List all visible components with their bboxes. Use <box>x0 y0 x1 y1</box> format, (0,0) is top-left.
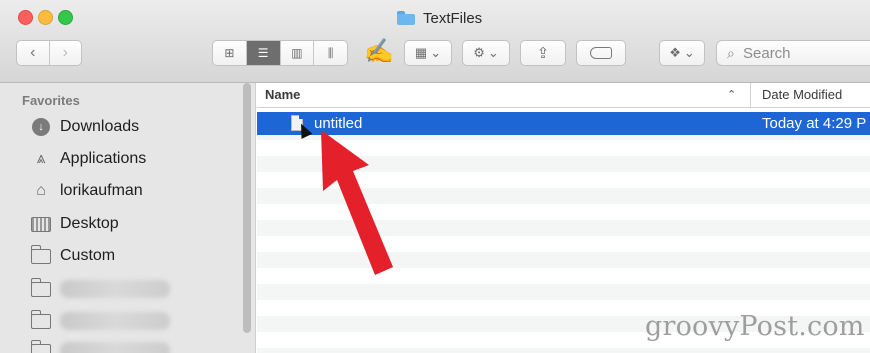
folder-icon <box>30 309 52 331</box>
sidebar-item-custom[interactable]: Custom <box>30 243 115 269</box>
sidebar-section-title: Favorites <box>22 93 80 108</box>
desktop-icon <box>30 214 52 234</box>
gear-icon: ⚙ <box>473 45 485 60</box>
grid-icon: ▦ <box>414 45 428 60</box>
sidebar-item-redacted[interactable] <box>30 276 170 302</box>
file-date-modified: Today at 4:29 P <box>762 115 867 132</box>
redacted-label <box>60 342 170 353</box>
tag-icon <box>590 47 612 59</box>
scanner-icon[interactable]: ✍ <box>363 34 395 68</box>
sidebar-item-label: lorikaufman <box>60 182 143 199</box>
list-view-button[interactable]: ☰ <box>245 41 280 65</box>
search-icon: ⌕ <box>727 45 735 61</box>
sidebar-item-downloads[interactable]: ↓ Downloads <box>30 114 139 140</box>
chevron-down-icon: ⌄ <box>430 45 442 60</box>
dropbox-button[interactable]: ❖ ⌄ <box>659 40 705 66</box>
chevron-right-icon: › <box>62 44 68 61</box>
date-modified-column-header[interactable]: Date Modified <box>762 87 842 102</box>
download-icon: ↓ <box>30 117 52 137</box>
tag-button[interactable] <box>576 40 626 66</box>
sidebar-item-label: Desktop <box>60 215 119 232</box>
window-title: TextFiles <box>397 8 482 28</box>
file-list: Name ⌃ Date Modified untitled Today at 4… <box>257 83 870 353</box>
share-button[interactable]: ⇪ <box>520 40 566 66</box>
column-header: Name ⌃ Date Modified <box>257 83 870 108</box>
sidebar-item-home[interactable]: ⌂ lorikaufman <box>30 178 143 204</box>
close-button[interactable] <box>18 10 33 25</box>
search-field[interactable]: ⌕ Search <box>716 40 870 66</box>
chevron-left-icon: ‹ <box>30 44 36 61</box>
sort-ascending-icon: ⌃ <box>727 89 737 101</box>
forward-button[interactable]: › <box>48 41 82 65</box>
sidebar-item-label: Downloads <box>60 118 140 135</box>
column-view-button[interactable]: ▥ <box>279 41 314 65</box>
folder-icon <box>30 277 52 299</box>
red-arrow-annotation <box>321 130 393 275</box>
sidebar-item-label: Applications <box>60 150 147 167</box>
minimize-button[interactable] <box>38 10 53 25</box>
navigation-buttons: ‹ › <box>16 40 82 66</box>
home-icon: ⌂ <box>36 182 46 199</box>
zoom-button[interactable] <box>58 10 73 25</box>
finder-window: TextFiles ‹ › ⊞ ☰ ▥ ⫼ ✍ ▦⌄ ⚙⌄ ⇪ ❖⌄ ⌕ <box>0 0 870 353</box>
action-button[interactable]: ⚙ ⌄ <box>462 40 510 66</box>
redacted-label <box>60 280 170 298</box>
cover-flow-view-button[interactable]: ⫼ <box>313 41 347 65</box>
sidebar: Favorites ↓ Downloads ⩓ Applications ⌂ l… <box>0 83 256 353</box>
column-divider[interactable] <box>750 83 751 107</box>
sidebar-item-label: Custom <box>60 247 116 264</box>
icon-view-button[interactable]: ⊞ <box>213 41 246 65</box>
folder-icon <box>397 11 415 25</box>
sidebar-scrollbar[interactable] <box>243 83 251 333</box>
sidebar-item-redacted[interactable] <box>30 308 170 334</box>
applications-icon: ⩓ <box>36 150 46 167</box>
chevron-down-icon: ⌄ <box>683 45 695 60</box>
name-column-header[interactable]: Name <box>265 87 300 102</box>
view-switcher: ⊞ ☰ ▥ ⫼ <box>212 40 348 66</box>
redacted-label <box>60 312 170 330</box>
chevron-down-icon: ⌄ <box>487 45 499 60</box>
window-title-text: TextFiles <box>423 9 483 27</box>
back-button[interactable]: ‹ <box>17 41 49 65</box>
search-placeholder: Search <box>743 44 791 62</box>
folder-icon <box>30 244 52 266</box>
sidebar-item-desktop[interactable]: Desktop <box>30 211 119 237</box>
folder-icon <box>30 339 52 353</box>
toolbar: TextFiles ‹ › ⊞ ☰ ▥ ⫼ ✍ ▦⌄ ⚙⌄ ⇪ ❖⌄ ⌕ <box>0 0 870 83</box>
arrange-button[interactable]: ▦ ⌄ <box>404 40 452 66</box>
sidebar-item-applications[interactable]: ⩓ Applications <box>30 146 146 172</box>
sidebar-item-redacted[interactable] <box>30 338 170 353</box>
share-icon: ⇪ <box>536 45 550 62</box>
watermark-text: groovyPost.com <box>645 311 865 342</box>
dropbox-icon: ❖ <box>669 45 681 60</box>
